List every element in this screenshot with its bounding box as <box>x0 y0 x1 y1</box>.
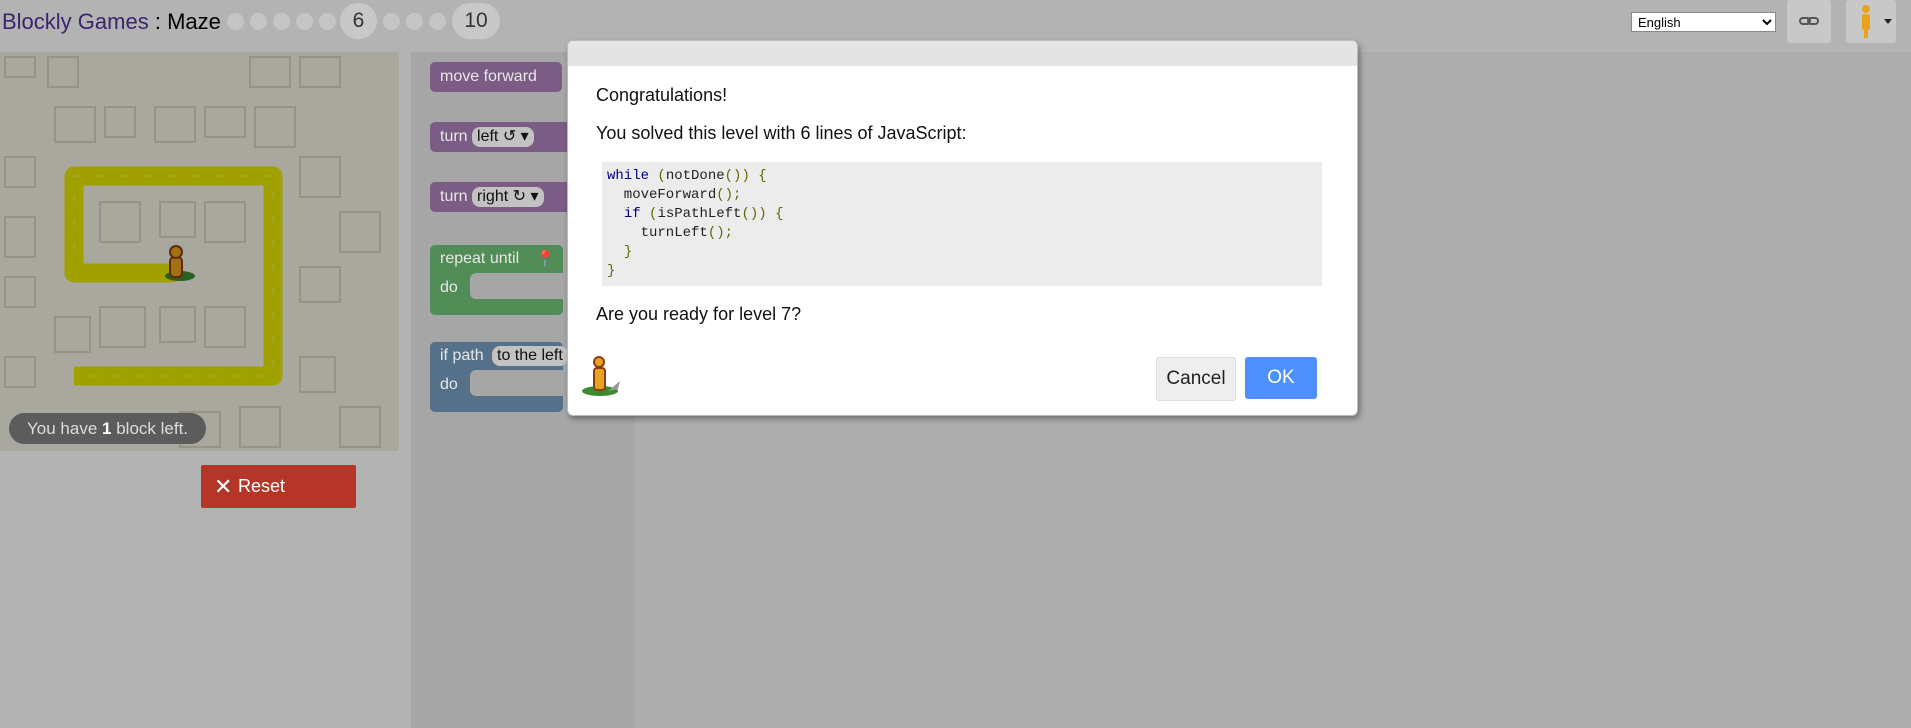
code-line-1: while (notDone()) { <box>607 168 767 184</box>
turn-left-dropdown[interactable]: left ↺ ▾ <box>472 127 534 147</box>
close-icon: ✕ <box>214 474 233 499</box>
congratulations-dialog: Congratulations! You solved this level w… <box>567 40 1358 416</box>
move-forward-label: move forward <box>440 68 537 85</box>
level-dot-3[interactable] <box>273 13 290 30</box>
dialog-header[interactable] <box>568 41 1357 66</box>
next-level-question: Are you ready for level 7? <box>596 304 802 324</box>
if-do-label: do <box>440 376 458 393</box>
turn-left-block[interactable]: turn left ↺ ▾ <box>430 122 573 152</box>
repeat-do-label: do <box>440 279 458 296</box>
level-dot-4[interactable] <box>296 13 313 30</box>
current-level-badge[interactable]: 6 <box>340 3 377 39</box>
reset-label: Reset <box>238 476 286 496</box>
move-forward-block[interactable]: move forward <box>430 62 562 92</box>
path-direction-dropdown[interactable]: to the left <box>492 346 568 366</box>
turn-right-block[interactable]: turn right ↻ ▾ <box>430 182 580 212</box>
cancel-button[interactable]: Cancel <box>1156 357 1236 401</box>
link-icon <box>1799 17 1819 25</box>
code-line-4: turnLeft(); <box>607 225 734 241</box>
code-line-2: moveForward(); <box>607 187 742 203</box>
level-dot-5[interactable] <box>319 13 336 30</box>
link-button[interactable] <box>1787 0 1831 43</box>
if-path-block[interactable]: if path to the left do <box>430 342 568 412</box>
game-name: Maze <box>167 9 221 34</box>
turn-right-dropdown[interactable]: right ↻ ▾ <box>472 187 544 207</box>
code-line-3: if (isPathLeft()) { <box>623 206 784 222</box>
capacity-prefix: You have <box>27 419 98 438</box>
ok-button[interactable]: OK <box>1245 357 1317 399</box>
if-path-label: if path <box>440 347 484 364</box>
code-block: while (notDone()) { moveForward(); if (i… <box>602 162 1322 286</box>
code-line-6: } <box>607 263 616 279</box>
reset-button[interactable]: ✕ Reset <box>201 465 356 508</box>
level-dot-1[interactable] <box>227 13 244 30</box>
capacity-suffix: block left. <box>116 419 189 438</box>
level-dot-8[interactable] <box>406 13 423 30</box>
right-option: right ↻ <box>477 188 527 205</box>
turn-label: turn <box>440 128 468 145</box>
turn-label-2: turn <box>440 188 468 205</box>
capacity-bubble: You have 1 block left. <box>9 413 207 444</box>
repeat-do-slot <box>470 273 563 299</box>
app-home-link[interactable]: Blockly Games <box>2 9 149 34</box>
title-separator: : <box>154 9 161 34</box>
dialog-solved-text: You solved this level with 6 lines of Ja… <box>596 123 967 143</box>
if-do-slot <box>470 370 563 396</box>
repeat-until-block[interactable]: repeat until 📍 do <box>430 245 563 315</box>
pegman-menu-button[interactable] <box>1846 0 1896 43</box>
code-line-5: } <box>623 244 633 260</box>
language-select[interactable]: English <box>1631 12 1776 32</box>
page-title: Blockly Games : Maze <box>2 9 221 35</box>
level-dot-2[interactable] <box>250 13 267 30</box>
level-10-badge[interactable]: 10 <box>452 3 500 39</box>
maze-modal-shade <box>0 52 399 451</box>
level-dot-9[interactable] <box>429 13 446 30</box>
dialog-heading: Congratulations! <box>596 85 728 105</box>
chevron-down-icon <box>1884 19 1892 24</box>
left-option: left ↺ <box>477 128 517 145</box>
pegman-icon <box>582 356 620 396</box>
marker-icon: 📍 <box>535 251 555 268</box>
level-dot-7[interactable] <box>383 13 400 30</box>
pegman-icon <box>1862 5 1892 38</box>
capacity-count: 1 <box>102 419 112 438</box>
repeat-until-label: repeat until <box>440 250 520 267</box>
